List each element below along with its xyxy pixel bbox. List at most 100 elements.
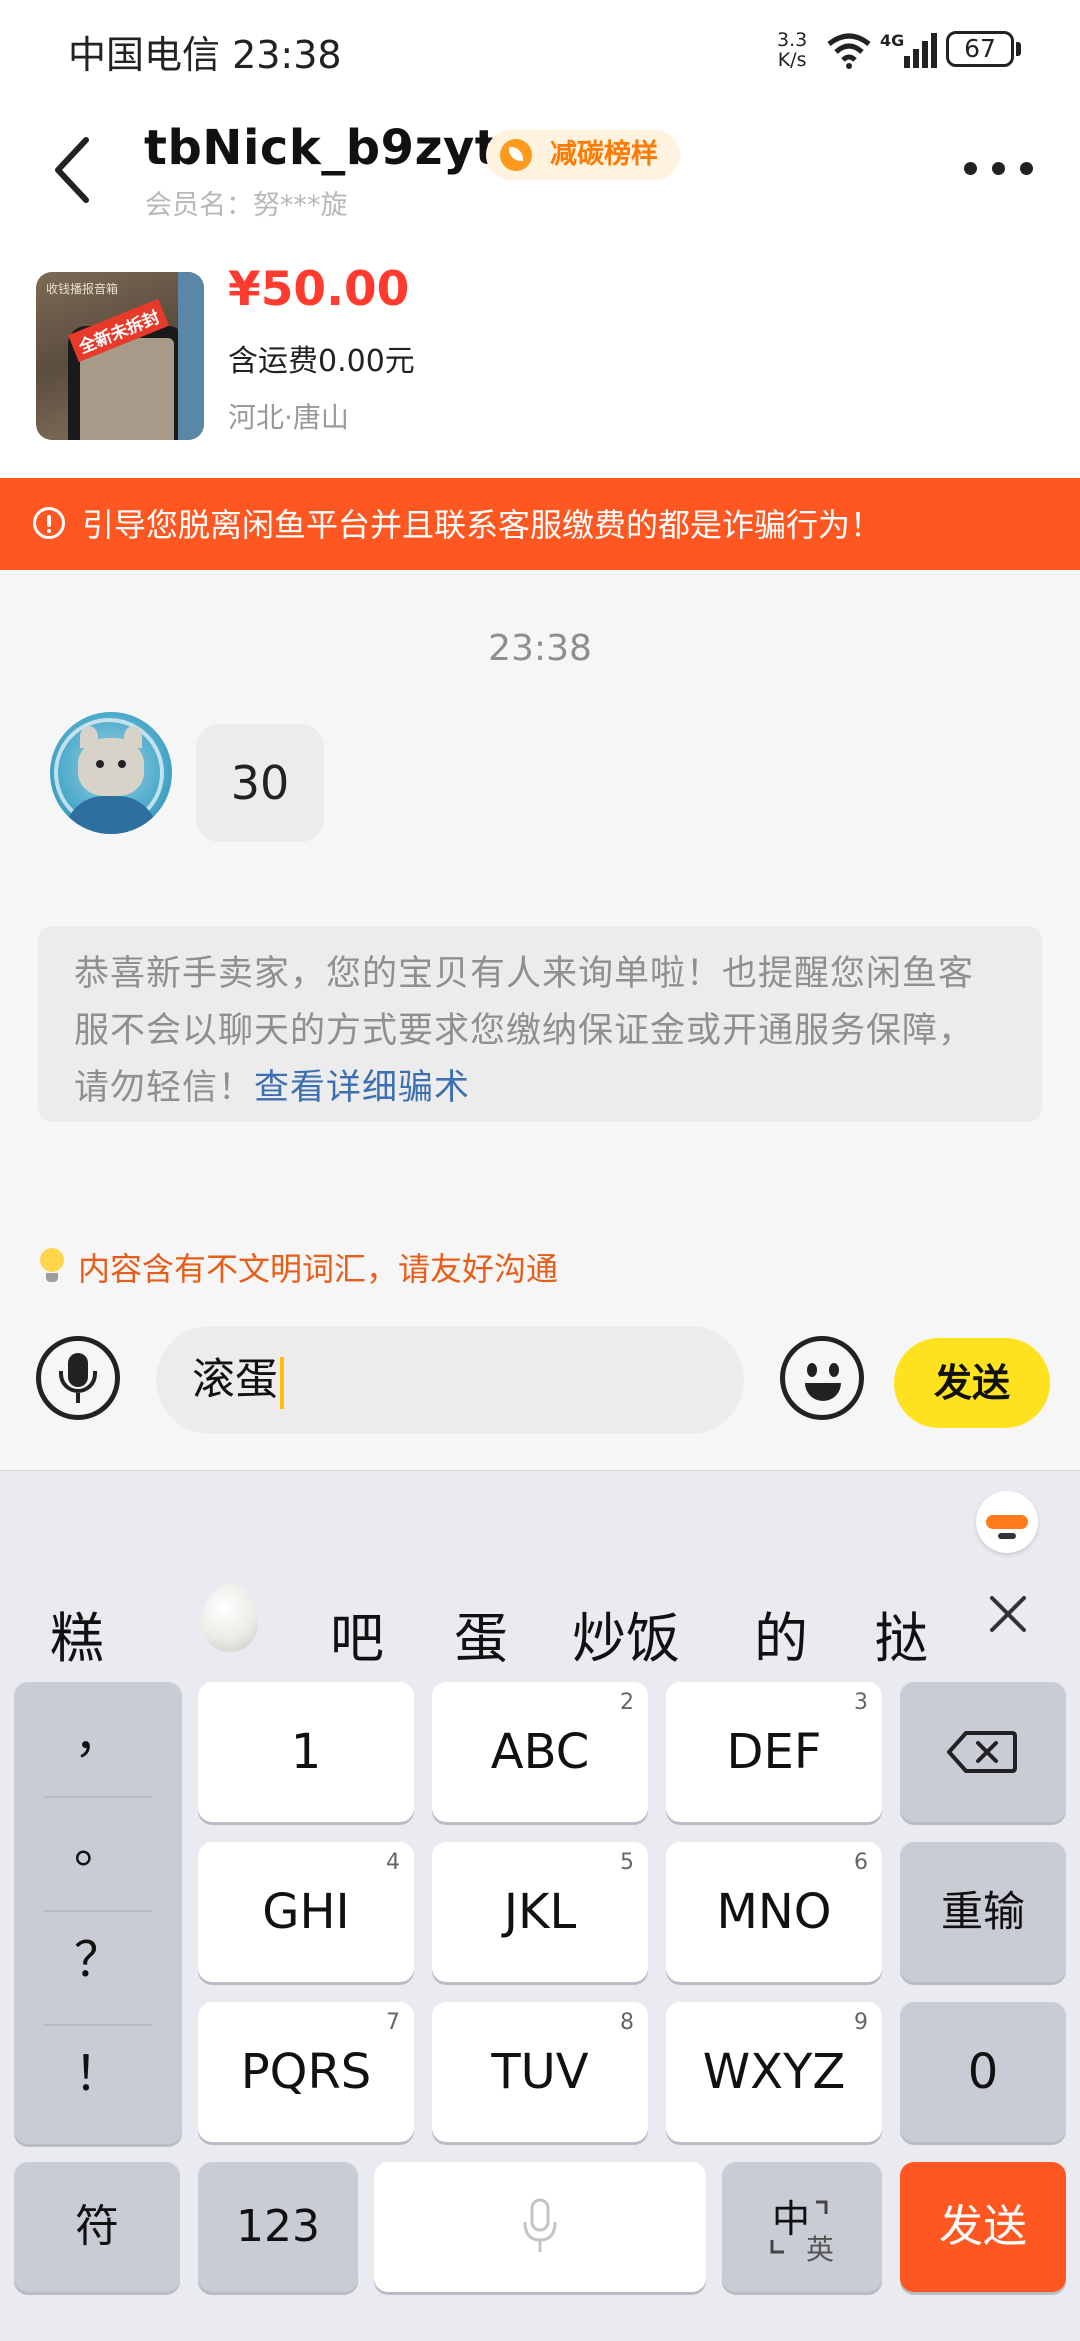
product-thumbnail[interactable]: 收钱播报音箱 全新未拆封 bbox=[36, 272, 204, 440]
candidate-item[interactable]: 的 bbox=[754, 1594, 808, 1673]
avatar-eye bbox=[96, 760, 104, 768]
punctuation-key[interactable]: 。 bbox=[14, 1806, 182, 1876]
key-label: 0 bbox=[967, 2044, 999, 2100]
keyboard-mascot-icon[interactable] bbox=[976, 1491, 1038, 1553]
key-label: 重输 bbox=[940, 1887, 1025, 1936]
punctuation-key[interactable]: ？ bbox=[14, 1920, 182, 1990]
key-ghi[interactable]: 4 GHI bbox=[198, 1842, 414, 1982]
key-number: 9 bbox=[854, 2010, 868, 2035]
keyboard-send-key[interactable]: 发送 bbox=[900, 2162, 1066, 2292]
more-dot-icon bbox=[964, 162, 977, 175]
key-label: ABC bbox=[490, 1724, 590, 1780]
numeric-key[interactable]: 123 bbox=[198, 2162, 358, 2292]
emoji-button[interactable] bbox=[780, 1336, 864, 1420]
reinput-key[interactable]: 重输 bbox=[900, 1842, 1066, 1982]
key-0[interactable]: 0 bbox=[900, 2002, 1066, 2142]
candidate-item[interactable]: 炒饭 bbox=[572, 1594, 680, 1673]
shipping-fee: 含运费0.00元 bbox=[228, 344, 415, 379]
more-dot-icon bbox=[992, 162, 1005, 175]
candidate-bar: 糕 吧 蛋 炒饭 的 挞 bbox=[0, 1560, 1080, 1700]
backspace-key[interactable] bbox=[900, 1682, 1066, 1822]
avatar-face bbox=[78, 738, 144, 796]
voice-input-button[interactable] bbox=[36, 1336, 120, 1420]
product-location: 河北·唐山 bbox=[228, 401, 349, 434]
key-number: 6 bbox=[854, 1850, 868, 1875]
key-number: 2 bbox=[620, 1690, 634, 1715]
battery-tip bbox=[1016, 42, 1021, 56]
microphone-stand bbox=[59, 1371, 97, 1393]
thumbnail-caption: 收钱播报音箱 bbox=[46, 282, 119, 296]
network-type: 4G bbox=[880, 31, 904, 50]
microphone-icon bbox=[523, 2198, 557, 2252]
emoji-eye bbox=[829, 1363, 839, 1377]
back-button[interactable] bbox=[48, 134, 96, 206]
divider bbox=[44, 2024, 152, 2026]
key-jkl[interactable]: 5 JKL bbox=[432, 1842, 648, 1982]
punctuation-key[interactable]: ！ bbox=[14, 2034, 182, 2104]
key-wxyz[interactable]: 9 WXYZ bbox=[666, 2002, 882, 2142]
lightbulb-icon bbox=[38, 1246, 66, 1286]
key-label: WXYZ bbox=[702, 2044, 846, 2100]
key-tuv[interactable]: 8 TUV bbox=[432, 2002, 648, 2142]
backspace-icon bbox=[947, 1731, 1017, 1773]
more-options-button[interactable] bbox=[964, 156, 1036, 180]
key-def[interactable]: 3 DEF bbox=[666, 1682, 882, 1822]
key-abc[interactable]: 2 ABC bbox=[432, 1682, 648, 1822]
product-price: ¥50.00 bbox=[228, 262, 410, 317]
emoji-eye bbox=[807, 1363, 817, 1377]
carbon-badge-label: 减碳榜样 bbox=[550, 139, 658, 170]
message-timestamp: 23:38 bbox=[488, 628, 592, 669]
key-label: GHI bbox=[262, 1884, 350, 1940]
space-key[interactable] bbox=[374, 2162, 706, 2292]
key-label: JKL bbox=[503, 1884, 577, 1940]
thumbnail-edge bbox=[178, 272, 204, 440]
scam-details-link[interactable]: 查看详细骗术 bbox=[254, 1068, 470, 1108]
message-input[interactable]: 滚蛋 bbox=[156, 1326, 744, 1434]
symbol-key[interactable]: 符 bbox=[14, 2162, 180, 2292]
key-pqrs[interactable]: 7 PQRS bbox=[198, 2002, 414, 2142]
close-candidates-icon[interactable] bbox=[986, 1592, 1030, 1636]
system-notice-text: 恭喜新手卖家，您的宝贝有人来询单啦！也提醒您闲鱼客服不会以聊天的方式要求您缴纳保… bbox=[74, 954, 975, 1108]
message-input-value: 滚蛋 bbox=[192, 1355, 278, 1405]
wifi-icon bbox=[827, 33, 871, 69]
key-mno[interactable]: 6 MNO bbox=[666, 1842, 882, 1982]
key-number: 3 bbox=[854, 1690, 868, 1715]
text-caret bbox=[280, 1356, 284, 1409]
key-label: TUV bbox=[491, 2044, 589, 2100]
language-switch-icon bbox=[770, 2200, 828, 2254]
candidate-item[interactable]: 挞 bbox=[874, 1594, 928, 1673]
avatar[interactable] bbox=[50, 712, 172, 834]
key-number: 7 bbox=[386, 2010, 400, 2035]
send-button[interactable]: 发送 bbox=[894, 1338, 1050, 1428]
carbon-badge[interactable]: 减碳榜样 bbox=[486, 130, 680, 180]
punctuation-key[interactable]: ， bbox=[14, 1696, 182, 1766]
member-name: 会员名：努***旋 bbox=[145, 190, 348, 221]
key-label: 123 bbox=[236, 2201, 320, 2252]
emoji-mouth bbox=[805, 1383, 841, 1401]
network-speed-unit: K/s bbox=[777, 49, 807, 71]
key-number: 5 bbox=[620, 1850, 634, 1875]
carrier-time: 中国电信 23:38 bbox=[68, 33, 342, 77]
chat-title: tbNick_b9zyt bbox=[144, 120, 499, 176]
candidate-item[interactable]: 蛋 bbox=[454, 1594, 508, 1673]
fraud-warning-text: 引导您脱离闲鱼平台并且联系客服缴费的都是诈骗行为！ bbox=[82, 506, 883, 544]
language-switch-key[interactable]: 中 英 bbox=[722, 2162, 882, 2292]
cellular-signal-icon: 4G bbox=[880, 31, 937, 68]
system-notice: 恭喜新手卖家，您的宝贝有人来询单啦！也提醒您闲鱼客服不会以聊天的方式要求您缴纳保… bbox=[38, 926, 1042, 1122]
key-label: PQRS bbox=[240, 2044, 372, 2100]
key-1[interactable]: 1 bbox=[198, 1682, 414, 1822]
microphone-stem bbox=[76, 1393, 80, 1403]
divider bbox=[44, 1910, 152, 1912]
key-number: 4 bbox=[386, 1850, 400, 1875]
fraud-warning-banner: 引导您脱离闲鱼平台并且联系客服缴费的都是诈骗行为！ bbox=[0, 478, 1080, 570]
avatar-eye bbox=[118, 760, 126, 768]
battery-indicator: 67 bbox=[946, 31, 1014, 67]
leaf-icon bbox=[500, 139, 532, 171]
key-label: DEF bbox=[726, 1724, 822, 1780]
candidate-item[interactable]: 吧 bbox=[330, 1594, 384, 1673]
key-number: 8 bbox=[620, 2010, 634, 2035]
more-dot-icon bbox=[1020, 162, 1033, 175]
key-label: MNO bbox=[716, 1884, 832, 1940]
candidate-item[interactable]: 糕 bbox=[50, 1594, 104, 1673]
message-bubble[interactable]: 30 bbox=[196, 724, 324, 842]
